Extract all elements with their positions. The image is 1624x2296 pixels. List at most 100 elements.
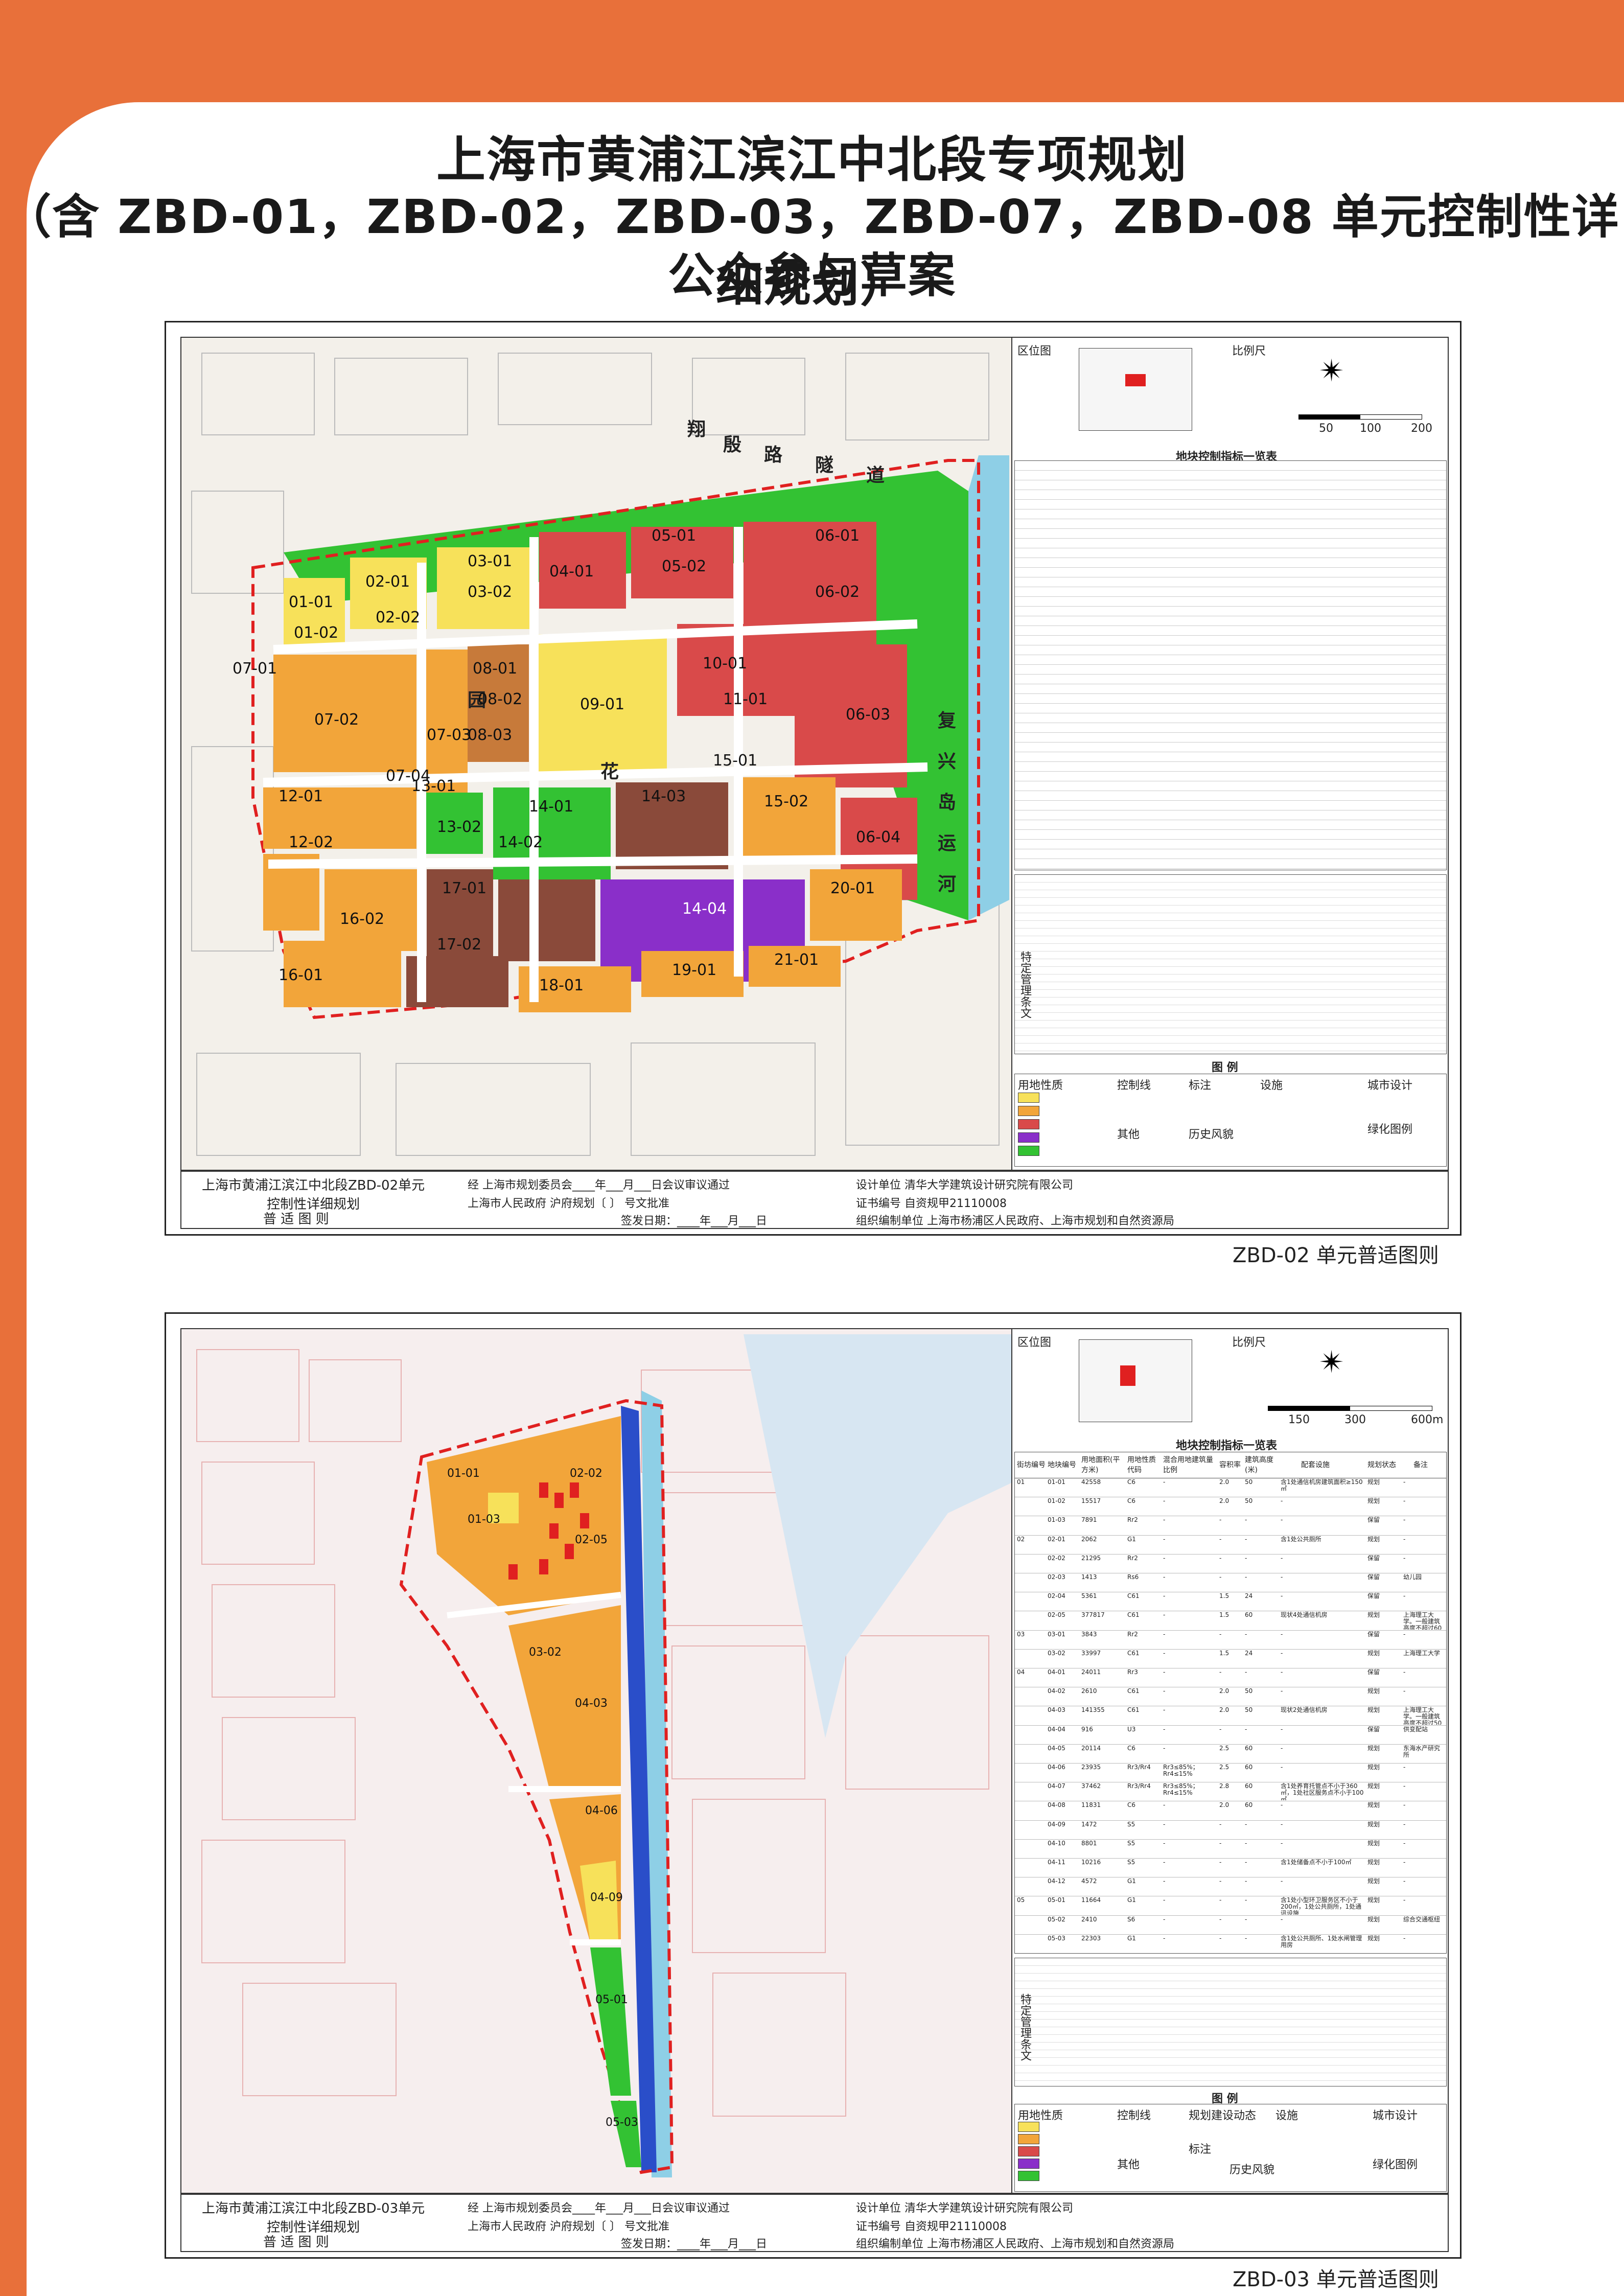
table-cell: 保留 (1367, 1669, 1380, 1676)
gov-approval: 上海市人民政府 沪府规划〔 〕 号文批准 (468, 2220, 669, 2233)
table-cell (1017, 1593, 1045, 1610)
plot-label[interactable]: 06-04 (856, 828, 900, 846)
plot-label[interactable]: 02-05 (575, 1534, 608, 1546)
plot-label[interactable]: 14-03 (641, 787, 686, 805)
table-cell: - (1403, 1688, 1406, 1695)
table-cell: 保留 (1367, 1574, 1380, 1581)
plot-label[interactable]: 14-01 (529, 798, 573, 816)
plot-label[interactable]: 10-01 (703, 655, 747, 672)
plot-label[interactable]: 15-02 (764, 793, 808, 810)
table-cell: 02-02 (1048, 1555, 1065, 1562)
plot-label[interactable]: 15-01 (713, 752, 757, 770)
plot-label[interactable]: 04-06 (585, 1804, 618, 1817)
table-cell: - (1403, 1764, 1406, 1771)
plot-label[interactable]: 19-01 (672, 961, 716, 979)
table-cell: - (1163, 1916, 1166, 1923)
plot-label[interactable]: 18-01 (539, 977, 584, 994)
plot-label[interactable]: 06-02 (815, 583, 860, 601)
plot-label[interactable]: 20-01 (830, 879, 875, 897)
plot-label[interactable]: 03-01 (468, 552, 512, 570)
plot-label[interactable]: 17-02 (437, 936, 481, 954)
table-cell: G1 (1127, 1878, 1136, 1885)
table-cell (1017, 1498, 1045, 1515)
plot-label[interactable]: 07-02 (314, 711, 359, 729)
legend-group: 规划建设动态 (1189, 2109, 1257, 2122)
table-row: 04-07 37462 Rr3/Rr4 Rr3≤85%；Rr4≤15% 2.8 60 含1处… (1015, 1782, 1446, 1802)
table-cell (1017, 1840, 1045, 1858)
plot-label[interactable]: 04-01 (549, 563, 594, 581)
plot-label[interactable]: 12-02 (289, 833, 333, 851)
plot-label[interactable]: 17-01 (442, 879, 486, 897)
table-cell: - (1163, 1555, 1166, 1562)
plot-label[interactable]: 07-01 (233, 660, 277, 678)
notes-label: 特定管理条文 (1018, 951, 1031, 1018)
table-cell: 02-01 (1048, 1536, 1065, 1543)
table-header-cell: 用地性质代码 (1127, 1456, 1156, 1474)
plot-label[interactable]: 04-03 (575, 1697, 608, 1710)
table-cell: - (1163, 1631, 1166, 1638)
table-cell: 5361 (1081, 1593, 1097, 1600)
map-zbd03[interactable]: 01-01 01-03 02-02 02-05 03-02 04-03 04-0… (180, 1328, 1013, 2194)
plot-label[interactable]: 21-01 (774, 951, 819, 969)
table-cell: - (1163, 1897, 1166, 1904)
table-cell: - (1245, 1536, 1247, 1543)
road-label: 河 (938, 874, 957, 895)
table-cell: 01-03 (1048, 1517, 1065, 1524)
plot-label[interactable]: 13-01 (411, 777, 456, 795)
table-cell: 2.5 (1219, 1764, 1229, 1771)
plot-label[interactable]: 01-03 (468, 1513, 500, 1526)
plot-label[interactable]: 12-01 (279, 787, 323, 805)
plot-label[interactable]: 08-01 (473, 660, 517, 678)
map-zbd02[interactable]: 翔 殷 路 隧 道 复 兴 岛 运 河 花 园 01-01 01-02 02-0… (180, 337, 1013, 1171)
plot-label[interactable]: 16-02 (340, 910, 384, 928)
plot-label[interactable]: 05-02 (662, 558, 706, 575)
legend-group: 绿化图例 (1373, 2159, 1418, 2171)
table-cell: - (1281, 1555, 1283, 1562)
cert-number: 证书编号 自资规甲21110008 (856, 1197, 1007, 1210)
legend-title: 图 例 (1212, 1061, 1238, 1074)
plot-label[interactable]: 09-01 (580, 695, 624, 713)
plot-label[interactable]: 01-01 (289, 593, 333, 611)
table-cell: 7891 (1081, 1517, 1097, 1524)
table-cell: 上海理工大学。一般建筑高度不超过50米，局部新建建筑高度经详细规划认定可不超过8… (1403, 1707, 1442, 1725)
plot-label[interactable]: 02-02 (376, 609, 420, 627)
plot-label[interactable]: 08-03 (468, 726, 512, 744)
table-row: 05-02 2410 S6 - - - - 规划 综合交通枢纽 (1015, 1915, 1446, 1935)
table-cell: - (1281, 1878, 1283, 1885)
location-map (1079, 1339, 1192, 1422)
table-cell: - (1245, 1878, 1247, 1885)
plot-label[interactable]: 14-04 (682, 900, 727, 918)
plot-label[interactable]: 03-02 (468, 583, 512, 601)
table-cell: 含1处公共厕所 (1281, 1536, 1321, 1543)
table-cell: Rr3≤85%；Rr4≤15% (1163, 1783, 1199, 1797)
table-cell: Rr3/Rr4 (1127, 1783, 1151, 1790)
plot-label[interactable]: 07-03 (427, 726, 471, 744)
plot-label[interactable]: 04-09 (590, 1891, 623, 1904)
plot-label[interactable]: 05-01 (652, 527, 696, 545)
table-header-cell: 街坊编号 (1017, 1461, 1046, 1469)
table-cell: 50 (1245, 1498, 1253, 1505)
plot-label[interactable]: 01-01 (447, 1467, 480, 1480)
table-cell: - (1281, 1840, 1283, 1847)
plot-label[interactable]: 05-01 (595, 1993, 628, 2006)
plot-label[interactable]: 13-02 (437, 818, 481, 836)
table-cell: 916 (1081, 1726, 1093, 1733)
plot-label[interactable]: 03-02 (529, 1646, 562, 1659)
table-cell: S5 (1127, 1840, 1135, 1847)
plot-label[interactable]: 06-01 (815, 527, 860, 545)
plot-label[interactable]: 05-03 (606, 2116, 638, 2129)
plot-label[interactable]: 14-02 (498, 833, 543, 851)
plot-label[interactable]: 01-02 (294, 624, 338, 642)
plot-label[interactable]: 08-02 (478, 690, 522, 708)
table-cell: - (1245, 1859, 1247, 1866)
table-cell: 含1处公共厕所、1处水闸管理用房 (1281, 1935, 1362, 1949)
legend-box: 用地性质 控制线 规划建设动态 设施 城市设计 其他 历史风貌 标注 绿化图例 (1014, 2104, 1447, 2192)
plot-label[interactable]: 16-01 (279, 966, 323, 984)
plot-label[interactable]: 11-01 (723, 690, 768, 708)
plot-label[interactable]: 02-01 (365, 573, 410, 591)
table-cell: 04-04 (1048, 1726, 1065, 1733)
plot-label[interactable]: 02-02 (570, 1467, 602, 1480)
table-cell: Rr2 (1127, 1631, 1138, 1638)
plot-label[interactable]: 06-03 (846, 706, 890, 724)
table-cell: 21295 (1081, 1555, 1101, 1562)
